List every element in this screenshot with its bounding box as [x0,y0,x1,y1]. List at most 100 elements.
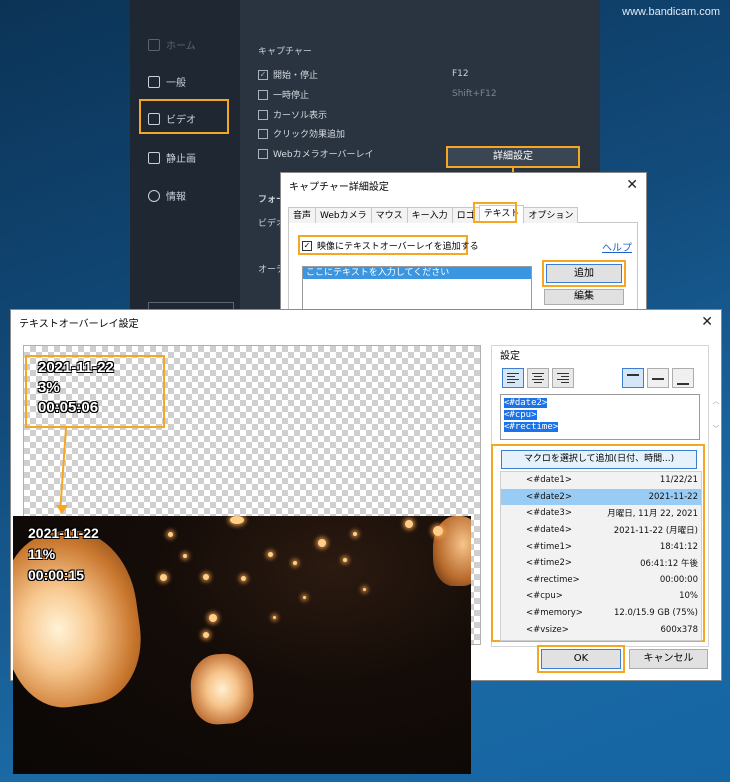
checkbox-icon [258,128,268,139]
webcam-overlay-checkbox[interactable]: Webカメラオーバーレイ [258,147,374,160]
video-line-date: 2021-11-22 [28,525,99,541]
macro-line: <#cpu> [504,410,537,420]
text-overlay-checkbox[interactable]: ✓ 映像にテキストオーバーレイを追加する [302,239,479,252]
macro-menu-item[interactable]: <#date1> 11/22/21 [501,472,701,489]
dialog-title: キャプチャー詳細設定 [289,181,389,193]
dialog-title: テキストオーバーレイ設定 [19,318,139,330]
scroll-up-icon[interactable]: ︿ [710,396,722,406]
video-line-cpu: 11% [28,546,56,562]
macro-name: <#time2> [526,558,572,569]
macro-menu-item[interactable]: <#time1> 18:41:12 [501,538,701,555]
sidebar-item[interactable]: 静止画 [148,150,196,165]
sidebar-item[interactable]: 一般 [148,74,186,89]
macro-menu-item[interactable]: <#date3> 月曜日, 11月 22, 2021 [501,505,701,522]
macro-value: 10% [679,591,698,602]
capture-section-label: キャプチャー [258,47,312,57]
macro-menu-item[interactable]: <#time2> 06:41:12 午後 [501,555,701,572]
macro-value: 11/22/21 [659,475,698,486]
hotkey-start-key[interactable]: F12 [452,69,469,79]
cursor-checkbox[interactable]: カーソル表示 [258,108,327,121]
checkbox-icon [258,109,268,120]
macro-menu-item[interactable]: <#date2> 2021-11-22 [501,488,701,506]
tab-webcam[interactable]: Webカメラ [315,207,372,223]
hotkey-pause-label: 一時停止 [273,91,310,101]
align-right-icon[interactable] [552,368,574,388]
sidebar-item-label: 静止画 [166,154,196,165]
text-align-buttons [502,368,574,388]
hotkey-start-checkbox[interactable]: ✓ 開始・停止 [258,68,318,81]
checkbox-checked-icon: ✓ [302,240,312,251]
list-item[interactable]: ここにテキストを入力してください [303,267,531,279]
scroll-down-icon[interactable]: ﹀ [710,424,722,434]
edit-button[interactable]: 編集 [544,289,624,305]
macro-value: 600x378 [660,624,698,635]
checkbox-icon [258,89,268,100]
tab-audio[interactable]: 音声 [288,207,317,223]
sidebar-item[interactable]: ホーム [148,37,196,52]
macro-name: <#time1> [526,541,572,552]
click-effect-label: クリック効果追加 [273,130,346,140]
macro-value: 2021-11-22 (月曜日) [613,526,698,537]
macro-line: <#rectime> [504,422,559,432]
lantern-image [188,651,256,727]
hotkey-pause-checkbox[interactable]: 一時停止 [258,88,309,101]
macro-name: <#date1> [526,475,572,486]
macro-value: 18:41:12 [659,541,698,552]
macro-menu: <#date1> 11/22/21 <#date2> 2021-11-22 <#date… [500,471,702,641]
ok-button[interactable]: OK [541,649,621,669]
close-icon[interactable]: ✕ [701,314,713,330]
cancel-button[interactable]: キャンセル [629,649,708,669]
hotkey-pause-key[interactable]: Shift+F12 [452,89,497,99]
checkbox-checked-icon: ✓ [258,69,268,80]
macro-value: 06:41:12 午後 [640,559,698,570]
video-overlay-text: 2021-11-22 11% 00:00:15 [28,523,99,586]
macro-menu-item[interactable]: <#memory> 12.0/15.9 GB (75%) [501,605,701,622]
macro-text-editor[interactable]: <#date2> <#cpu> <#rectime> [500,394,700,440]
advanced-settings-button[interactable]: 詳細設定 [446,146,580,168]
sidebar-item-label: ホーム [166,41,196,52]
text-position-buttons [622,368,694,388]
macro-name: <#vsize> [526,624,569,635]
preview-text-highlight [25,355,165,428]
macro-menu-item[interactable]: <#rectime> 00:00:00 [501,572,701,589]
text-tab-highlight [473,202,517,223]
position-top-icon[interactable] [622,368,644,388]
macro-value: 12.0/15.9 GB (75%) [613,608,698,619]
add-button[interactable]: 追加 [546,264,622,283]
info-icon [148,189,160,202]
arrow-down-icon [56,505,68,514]
text-overlay-checkbox-label: 映像にテキストオーバーレイを追加する [317,242,479,252]
help-link[interactable]: ヘルプ [602,239,632,254]
editor-scrollbar[interactable]: ︿ ﹀ [710,396,722,438]
macro-name: <#rectime> [526,574,580,585]
select-macro-button[interactable]: マクロを選択して追加(日付、時間...) [501,450,697,469]
macro-menu-item[interactable]: <#vsize> 600x378 [501,621,701,638]
macro-name: <#cpu> [526,591,563,602]
tab-options[interactable]: オプション [523,207,579,223]
tab-mouse[interactable]: マウス [370,207,408,223]
macro-name: <#date2> [526,491,572,502]
align-center-icon[interactable] [527,368,549,388]
gear-icon [148,75,160,88]
close-icon[interactable]: ✕ [626,177,638,193]
macro-value: 2021-11-22 [648,491,698,502]
macro-line: <#date2> [504,398,548,408]
macro-menu-item[interactable]: <#date4> 2021-11-22 (月曜日) [501,522,701,539]
click-effect-checkbox[interactable]: クリック効果追加 [258,127,345,140]
tab-keystroke[interactable]: キー入力 [406,207,453,223]
position-bottom-icon[interactable] [672,368,694,388]
settings-group-label: 設定 [498,347,522,362]
video-menu-highlight [139,99,229,134]
macro-value: 00:00:00 [659,574,698,585]
macro-menu-item[interactable]: <#cpu> 10% [501,588,701,605]
align-left-icon[interactable] [502,368,524,388]
cursor-label: カーソル表示 [273,111,328,121]
sidebar-item-label: 一般 [166,78,186,89]
sidebar-item-label: 情報 [166,192,186,203]
macro-value: 月曜日, 11月 22, 2021 [607,509,698,520]
macro-name: <#date4> [526,525,572,536]
home-icon [148,38,160,51]
position-middle-icon[interactable] [647,368,669,388]
sidebar-item[interactable]: 情報 [148,188,186,203]
overlay-text-list[interactable]: ここにテキストを入力してください [302,266,532,310]
